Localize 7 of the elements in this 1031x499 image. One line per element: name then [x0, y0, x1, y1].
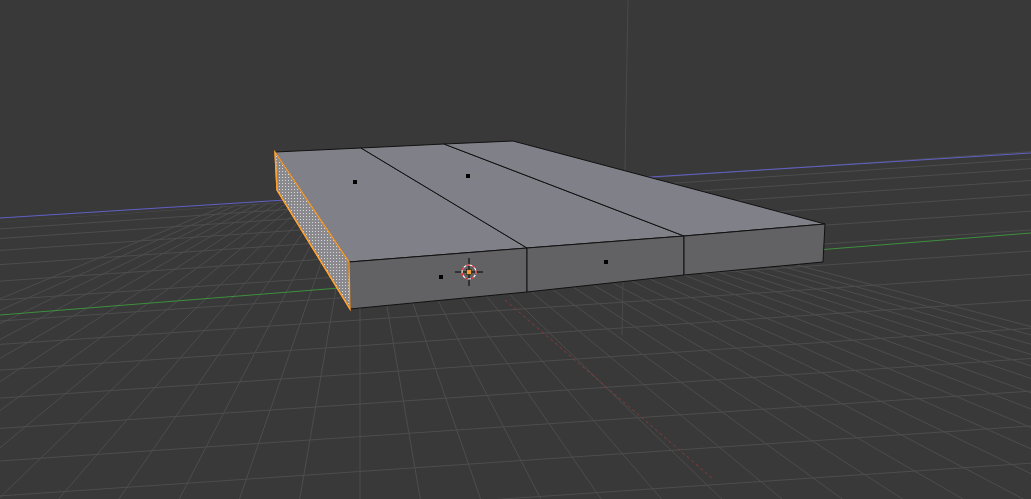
- mesh-face[interactable]: [348, 247, 528, 310]
- mesh-object-drawing[interactable]: [274, 140, 826, 312]
- mesh-face[interactable]: [683, 223, 826, 276]
- 3d-cursor-icon[interactable]: [454, 257, 484, 287]
- mesh-face[interactable]: [443, 140, 826, 237]
- mesh-face[interactable]: [274, 147, 528, 263]
- mesh-face[interactable]: [526, 235, 685, 293]
